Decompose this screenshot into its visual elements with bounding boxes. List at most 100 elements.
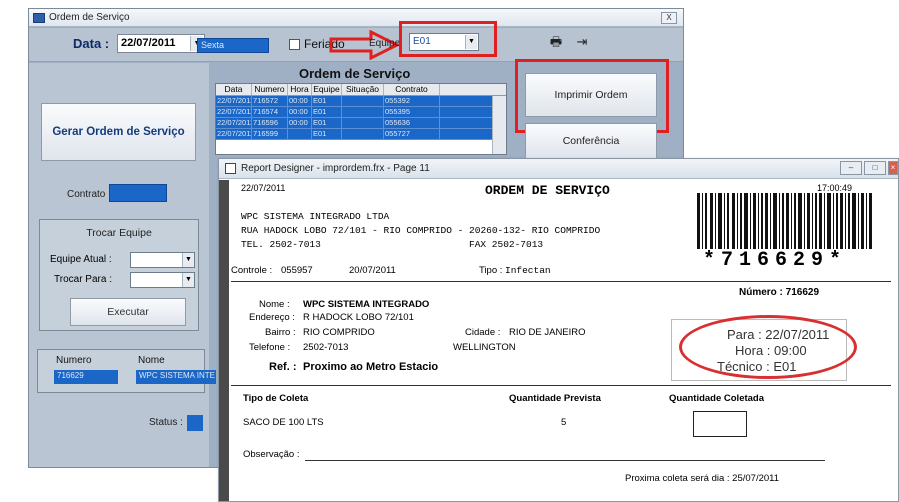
close-icon[interactable]: × — [888, 161, 898, 175]
company-name: WPC SISTEMA INTEGRADO LTDA — [241, 211, 390, 222]
maximize-icon[interactable]: □ — [864, 161, 886, 175]
exit-icon[interactable]: ⇥ — [573, 34, 591, 50]
close-button[interactable]: X — [661, 12, 677, 24]
report-date: 22/07/2011 — [241, 183, 286, 193]
equipe-value: E01 — [413, 36, 431, 47]
chevron-down-icon[interactable]: ▼ — [465, 35, 477, 49]
bairro-value: RIO COMPRIDO — [303, 327, 375, 338]
controle-date: 20/07/2011 — [349, 265, 396, 276]
table-row[interactable]: 22/07/2011 716599 E01 055727 — [216, 129, 506, 140]
app-icon — [33, 12, 45, 23]
equipe-select[interactable]: E01 ▼ — [409, 33, 479, 51]
cidade-label: Cidade : — [465, 327, 501, 338]
cell — [288, 129, 312, 139]
observacao-label: Observação : — [243, 449, 300, 460]
data-label: Data : — [73, 36, 110, 51]
grid-title: Ordem de Serviço — [299, 66, 411, 81]
equipe-atual-label: Equipe Atual : — [50, 254, 112, 265]
report-title: ORDEM DE SERVIÇO — [485, 183, 610, 198]
divider — [231, 385, 891, 386]
tipo-value: Infectan — [505, 265, 551, 276]
trocar-para-label: Trocar Para : — [54, 274, 112, 285]
nome-value: WPC SISTEMA INTEGRADO — [303, 299, 430, 310]
cell: 22/07/2011 — [217, 96, 252, 106]
cell — [342, 107, 384, 117]
contrato-field[interactable] — [109, 184, 167, 202]
feriado-checkbox[interactable] — [289, 39, 300, 50]
nome-label: Nome — [138, 355, 165, 366]
executar-button[interactable]: Executar — [70, 298, 186, 326]
contrato-label: Contrato — [67, 189, 106, 200]
nome-label: Nome : — [259, 299, 290, 310]
coleta-item: SACO DE 100 LTS — [243, 417, 324, 428]
report-time: 17:00:49 — [817, 183, 853, 193]
endereco-value: R HADOCK LOBO 72/101 — [303, 312, 414, 323]
left-panel: Gerar Ordem de Serviço Contrato Trocar E… — [29, 63, 216, 467]
day-field: Sexta — [197, 38, 269, 53]
conferencia-button[interactable]: Conferência — [525, 123, 657, 159]
cell: 716596 — [252, 118, 288, 128]
col-numero[interactable]: Numero — [252, 84, 288, 95]
minimize-icon[interactable]: – — [840, 161, 862, 175]
qtd-coletada-box — [693, 411, 747, 437]
grid-header: Data Numero Hora Equipe Situação Contrat… — [216, 84, 506, 96]
divider — [231, 281, 891, 282]
grid-scrollbar[interactable] — [492, 96, 506, 154]
company-phone: TEL. 2502-7013 — [241, 239, 321, 250]
qtd-coletada-label: Quantidade Coletada — [669, 393, 765, 404]
observacao-line — [305, 460, 825, 461]
table-row[interactable]: 22/07/2011 716574 00:00 E01 055395 — [216, 107, 506, 118]
trocar-equipe-title: Trocar Equipe — [86, 227, 152, 239]
cell: 00:00 — [288, 96, 312, 106]
chevron-down-icon[interactable]: ▼ — [182, 273, 194, 287]
cell — [342, 96, 384, 106]
trocar-para-select[interactable]: ▼ — [130, 272, 195, 288]
toolbar: Data : 22/07/2011 ▼ Sexta Feriado Equipe… — [29, 21, 683, 62]
cell: 22/07/2011 — [217, 118, 252, 128]
cell: 22/07/2011 — [217, 107, 252, 117]
cell: 055392 — [384, 96, 440, 106]
window-title: Ordem de Serviço — [49, 12, 130, 23]
imprimir-ordem-button[interactable]: Imprimir Ordem — [525, 73, 657, 117]
cell: E01 — [312, 107, 342, 117]
col-equipe[interactable]: Equipe — [312, 84, 342, 95]
numero-label: Número : 716629 — [739, 287, 820, 298]
nome-value: WPC SISTEMA INTE — [136, 370, 216, 384]
printer-icon[interactable]: 🖶 — [547, 34, 565, 50]
date-picker[interactable]: 22/07/2011 ▼ — [117, 34, 205, 53]
report-icon — [225, 163, 236, 174]
cell: 055395 — [384, 107, 440, 117]
bairro-label: Bairro : — [265, 327, 296, 338]
numero-nome-group: Numero Nome 716629 WPC SISTEMA INTE — [37, 349, 216, 393]
cell — [342, 129, 384, 139]
report-margin-bar — [219, 180, 229, 501]
col-hora[interactable]: Hora — [288, 84, 312, 95]
highlight-oval — [679, 315, 857, 379]
date-value: 22/07/2011 — [121, 37, 176, 49]
controle-label: Controle : — [231, 265, 273, 276]
table-row[interactable]: 22/07/2011 716572 00:00 E01 055392 — [216, 96, 506, 107]
company-fax: FAX 2502-7013 — [469, 239, 544, 250]
ordem-grid[interactable]: Data Numero Hora Equipe Situação Contrat… — [215, 83, 507, 155]
cell: 716572 — [252, 96, 288, 106]
tipo-coleta-label: Tipo de Coleta — [243, 393, 309, 404]
col-data[interactable]: Data — [216, 84, 252, 95]
cell: 055636 — [384, 118, 440, 128]
table-row[interactable]: 22/07/2011 716596 00:00 E01 055636 — [216, 118, 506, 129]
chevron-down-icon[interactable]: ▼ — [182, 253, 194, 267]
cell: 00:00 — [288, 107, 312, 117]
controle-value: 055957 — [281, 265, 313, 276]
ref-value: Proximo ao Metro Estacio — [303, 361, 439, 373]
cell — [342, 118, 384, 128]
col-contrato[interactable]: Contrato — [384, 84, 440, 95]
telefone-label: Telefone : — [249, 342, 291, 353]
company-address: RUA HADOCK LOBO 72/101 - RIO COMPRIDO - … — [241, 225, 601, 236]
wellington-label: WELLINGTON — [453, 342, 516, 353]
tipo-label: Tipo : — [479, 265, 503, 276]
trocar-equipe-group: Trocar Equipe Equipe Atual : ▼ Trocar Pa… — [39, 219, 199, 331]
report-designer-window: Report Designer - imprordem.frx - Page 1… — [218, 158, 899, 502]
col-situacao[interactable]: Situação — [342, 84, 384, 95]
equipe-atual-select[interactable]: ▼ — [130, 252, 195, 268]
gerar-ordem-button[interactable]: Gerar Ordem de Serviço — [41, 103, 196, 161]
report-titlebar: Report Designer - imprordem.frx - Page 1… — [219, 159, 898, 179]
